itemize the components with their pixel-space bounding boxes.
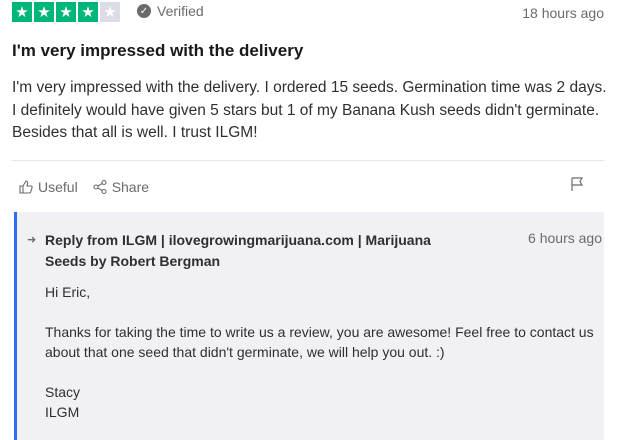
thumbs-up-icon: [19, 180, 33, 194]
company-reply: ➜ Reply from ILGM | ilovegrowingmarijuan…: [14, 212, 604, 440]
flag-icon[interactable]: [569, 176, 585, 192]
star-icon: ★: [56, 2, 76, 22]
review-title[interactable]: I'm very impressed with the delivery: [12, 41, 303, 61]
reply-time: 6 hours ago: [528, 230, 602, 246]
reply-body: Hi Eric, Thanks for taking the time to w…: [45, 282, 595, 422]
verified-label: Verified: [157, 3, 204, 19]
share-button[interactable]: Share: [92, 179, 149, 195]
reply-message: Thanks for taking the time to write us a…: [45, 324, 594, 360]
share-icon: [93, 179, 107, 195]
verified-badge: ✓ Verified: [137, 3, 204, 19]
star-icon: ★: [78, 2, 98, 22]
review-time: 18 hours ago: [522, 5, 604, 21]
star-icon: ★: [100, 2, 120, 22]
arrow-right-icon: ➜: [27, 234, 37, 246]
star-icon: ★: [34, 2, 54, 22]
reply-signature-name: Stacy: [45, 384, 81, 400]
useful-button[interactable]: Useful: [18, 179, 78, 195]
share-label: Share: [111, 179, 150, 195]
reply-greeting: Hi Eric,: [45, 284, 91, 300]
reply-title: Reply from ILGM | ilovegrowingmarijuana.…: [45, 232, 431, 269]
review-body: I'm very impressed with the delivery. I …: [12, 79, 607, 141]
divider: [12, 160, 604, 161]
check-circle-icon: ✓: [137, 4, 151, 18]
review-actions: Useful Share: [18, 179, 149, 195]
useful-label: Useful: [38, 179, 78, 195]
star-icon: ★: [12, 2, 32, 22]
reply-signature-company: ILGM: [45, 404, 80, 420]
star-rating: ★ ★ ★ ★ ★: [12, 2, 120, 22]
